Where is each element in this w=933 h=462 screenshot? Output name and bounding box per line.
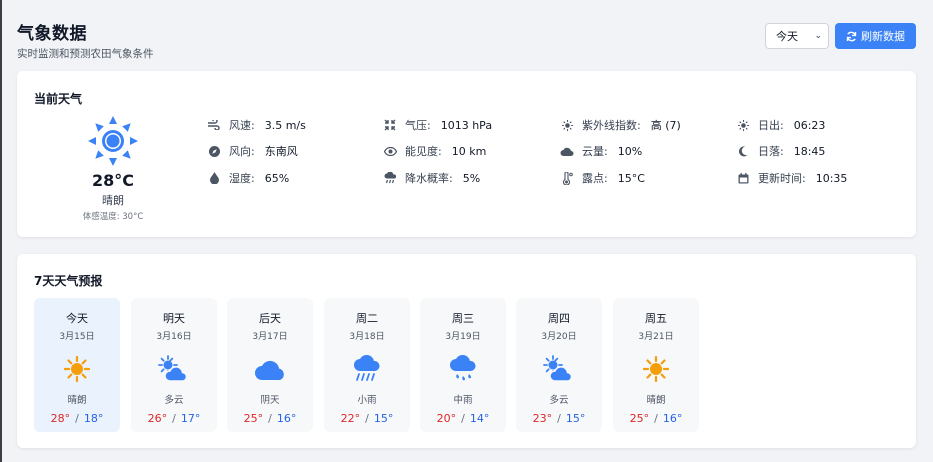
day-name: 明天 [163,312,185,325]
eye-icon [383,144,397,158]
day-condition: 中雨 [453,395,473,406]
day-temp-range: 25°/16° [629,412,683,425]
metric-humidity: 湿度: 65% [207,170,289,186]
day-date: 3月17日 [252,332,288,342]
metric-visibility: 能见度: 10 km [383,143,486,159]
day-date: 3月21日 [638,332,674,342]
sun-icon [64,356,90,382]
metric-dew-point: 露点: 15°C [560,170,645,186]
day-date: 3月19日 [445,332,481,342]
current-weather-title: 当前天气 [34,92,83,106]
day-temp-range: 20°/14° [436,412,490,425]
calendar-icon [736,171,750,185]
day-name: 周三 [452,312,474,325]
forecast-card: 7天天气预报 今天 3月15日 晴朗 28°/18° 明天 3月16日 多云 2… [17,254,916,448]
cloud-showers-icon [354,355,380,381]
forecast-day-card[interactable]: 周四 3月20日 多云 23°/15° [516,298,602,432]
sun-small-icon [560,118,574,132]
day-select-value: 今天 [776,30,798,43]
day-condition: 多云 [164,395,184,406]
compass-icon [207,144,221,158]
refresh-label: 刷新数据 [861,30,905,43]
cloud-rain-icon [450,355,476,381]
metric-sunset: 日落: 18:45 [736,143,825,159]
droplet-icon [207,171,221,185]
metric-uv-index: 紫外线指数: 高 (7) [560,117,681,133]
forecast-day-card[interactable]: 周二 3月18日 小雨 22°/15° [324,298,410,432]
day-date: 3月15日 [59,332,95,342]
day-select[interactable]: 今天 ⌄ [765,23,829,49]
metric-updated-time: 更新时间: 10:35 [736,170,847,186]
feels-like: 体感温度: 30°C [82,212,144,222]
day-name: 周四 [548,312,570,325]
moon-icon [736,144,750,158]
day-temp-range: 26°/17° [147,412,201,425]
partly-cloudy-icon [158,355,188,382]
day-date: 3月18日 [349,332,385,342]
compress-icon [383,118,397,132]
page-header: 气象数据 实时监测和预测农田气象条件 [17,19,154,61]
refresh-icon [846,31,857,41]
metric-cloud-cover: 云量: 10% [560,143,642,159]
sunrise-icon [736,118,750,132]
sun-icon [643,356,669,382]
day-condition: 阴天 [260,395,280,406]
metric-precipitation: 降水概率: 5% [383,170,480,186]
day-condition: 晴朗 [646,395,666,406]
page-subtitle: 实时监测和预测农田气象条件 [17,48,154,60]
day-temp-range: 28°/18° [50,412,104,425]
cloud-rain-icon [383,171,397,185]
page-title: 气象数据 [17,24,87,44]
day-temp-range: 23°/15° [532,412,586,425]
day-name: 后天 [259,312,281,325]
forecast-title: 7天天气预报 [34,274,103,288]
refresh-button[interactable]: 刷新数据 [835,23,916,49]
day-condition: 晴朗 [67,395,87,406]
wind-icon [207,118,221,132]
forecast-day-card[interactable]: 周五 3月21日 晴朗 25°/16° [613,298,699,432]
day-date: 3月20日 [541,332,577,342]
metric-pressure: 气压: 1013 hPa [383,117,492,133]
day-name: 今天 [66,312,88,325]
day-condition: 多云 [549,395,569,406]
metric-wind-speed: 风速: 3.5 m/s [207,117,306,133]
sun-icon [88,116,138,166]
day-temp-range: 25°/16° [243,412,297,425]
day-name: 周五 [645,312,667,325]
current-summary: 28°C 晴朗 体感温度: 30°C [72,115,154,222]
cloud-icon [255,360,284,380]
chevron-down-icon: ⌄ [814,31,822,41]
forecast-day-card[interactable]: 明天 3月16日 多云 26°/17° [131,298,217,432]
current-temperature: 28°C [91,171,134,190]
metric-sunrise: 日出: 06:23 [736,117,825,133]
current-weather-card: 当前天气 28°C 晴朗 体感温度: 30°C 风速: 3.5 m/s 风向: … [17,71,916,237]
forecast-day-card[interactable]: 后天 3月17日 阴天 25°/16° [227,298,313,432]
window-left-border [0,0,2,462]
metric-wind-direction: 风向: 东南风 [207,143,298,159]
cloud-icon [560,144,574,158]
day-condition: 小雨 [357,395,377,406]
day-date: 3月16日 [156,332,192,342]
forecast-day-card[interactable]: 今天 3月15日 晴朗 28°/18° [34,298,120,432]
day-name: 周二 [356,312,378,325]
day-temp-range: 22°/15° [340,412,394,425]
partly-cloudy-icon [543,355,573,382]
current-condition: 晴朗 [102,194,124,207]
thermometer-icon [560,171,574,185]
forecast-day-card[interactable]: 周三 3月19日 中雨 20°/14° [420,298,506,432]
